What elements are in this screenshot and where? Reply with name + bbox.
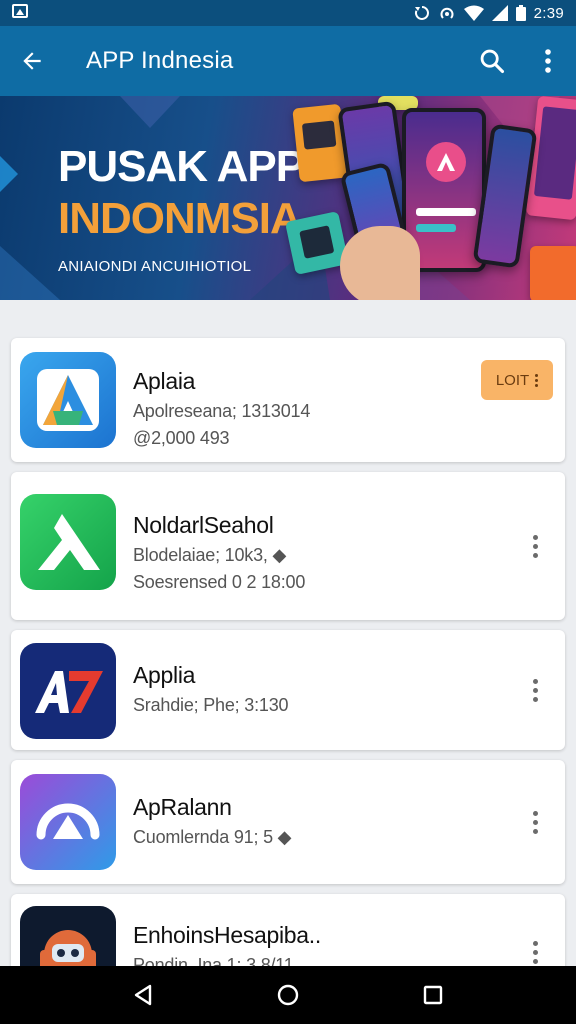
app-icon — [20, 352, 116, 448]
banner-logo-icon — [437, 153, 455, 171]
app-name: NoldarlSeahol — [133, 512, 274, 538]
app-icon — [20, 774, 116, 870]
letter-a-logo-icon — [37, 369, 99, 431]
app-list: Aplaia Apolreseana; 1313014 @2,000 493 L… — [0, 300, 576, 966]
page-title: APP Indnesia — [86, 47, 234, 74]
app-name: EnhoinsHesapiba.. — [133, 922, 321, 948]
nav-back-button[interactable] — [113, 966, 173, 1024]
app-meta: Srahdie; Phe; 3:130 — [133, 695, 289, 715]
app-icon — [20, 906, 116, 966]
home-circle-icon — [277, 984, 299, 1006]
search-icon — [480, 49, 505, 74]
list-item[interactable]: Aplaia Apolreseana; 1313014 @2,000 493 L… — [11, 338, 565, 462]
app-meta: Pondin. Ina 1: 3 8/11 — [133, 955, 294, 966]
back-arrow-icon — [23, 52, 41, 70]
app-overflow-button[interactable] — [523, 670, 547, 710]
app-meta: Cuomlernda 91; 5 ◆ — [133, 827, 292, 847]
search-button[interactable] — [464, 26, 520, 96]
list-item[interactable]: Applia Srahdie; Phe; 3:130 — [11, 630, 565, 750]
overflow-menu-button[interactable] — [520, 26, 576, 96]
wifi-icon — [463, 5, 484, 21]
app-overflow-button[interactable] — [523, 526, 547, 566]
list-item[interactable]: NoldarlSeahol Blodelaiae; 10k3, ◆ Soesre… — [11, 472, 565, 620]
arch-logo-icon — [36, 803, 100, 840]
get-button[interactable]: LOIT — [481, 360, 553, 400]
app-name: ApRalann — [133, 794, 232, 820]
more-vert-icon — [535, 373, 539, 387]
app-icon — [20, 494, 116, 590]
app-bar: APP Indnesia — [0, 26, 576, 96]
sync-icon — [414, 6, 429, 20]
app-name: Applia — [133, 662, 196, 688]
status-bar: 2:39 — [0, 0, 576, 26]
robot-mascot-icon — [40, 930, 96, 966]
promo-banner[interactable]: PUSAK APP INDONMSIA ANIAIONDI ANCUIHIOTI… — [0, 96, 576, 300]
nav-home-button[interactable] — [258, 966, 318, 1024]
a7-logo-icon — [35, 671, 103, 713]
back-button[interactable] — [0, 26, 64, 96]
nav-recents-button[interactable] — [403, 966, 463, 1024]
app-name: Aplaia — [133, 368, 196, 394]
banner-app-card-orange-2 — [530, 246, 576, 300]
app-meta-secondary: Soesrensed 0 2 18:00 — [133, 572, 306, 592]
hotspot-icon — [440, 7, 454, 19]
status-time: 2:39 — [533, 4, 564, 22]
banner-hand — [340, 226, 420, 300]
arrow-logo-icon — [38, 514, 100, 570]
back-triangle-icon — [134, 984, 151, 1006]
app-meta: Blodelaiae; 10k3, ◆ — [133, 545, 287, 565]
recents-square-icon — [424, 985, 443, 1005]
app-meta: Apolreseana; 1313014 — [133, 401, 311, 421]
get-button-label: LOIT — [495, 371, 530, 389]
battery-icon — [515, 5, 526, 21]
system-nav-bar — [0, 966, 576, 1024]
app-meta-secondary: @2,000 493 — [133, 428, 230, 448]
banner-title-line2: INDONMSIA — [58, 194, 302, 243]
image-notification-icon — [12, 3, 28, 18]
banner-subtitle: ANIAIONDI ANCUIHIOTIOL — [58, 258, 252, 275]
banner-title-line1: PUSAK APP — [58, 142, 305, 191]
signal-icon — [491, 5, 508, 21]
app-overflow-button[interactable] — [523, 932, 547, 966]
app-overflow-button[interactable] — [523, 802, 547, 842]
more-vert-icon — [545, 49, 551, 73]
list-item[interactable]: EnhoinsHesapiba.. Pondin. Ina 1: 3 8/11 — [11, 894, 565, 966]
app-icon — [20, 643, 116, 739]
list-item[interactable]: ApRalann Cuomlernda 91; 5 ◆ — [11, 760, 565, 884]
